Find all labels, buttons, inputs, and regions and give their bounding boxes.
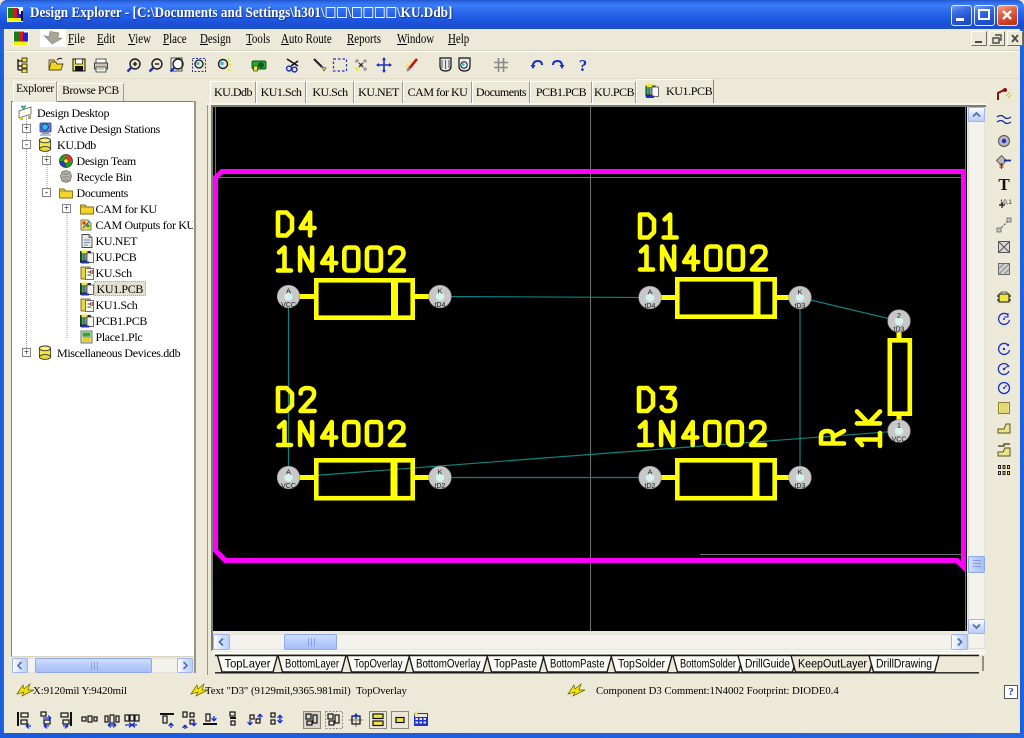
svg-text:1: 1 bbox=[897, 421, 901, 430]
svg-text:DrillGuide: DrillGuide bbox=[745, 657, 790, 671]
svg-text:BottomPaste: BottomPaste bbox=[550, 657, 605, 671]
svg-text:DrillDrawing: DrillDrawing bbox=[876, 657, 932, 671]
svg-text:TopOverlay: TopOverlay bbox=[354, 657, 403, 671]
svg-text:tD3: tD3 bbox=[795, 303, 806, 310]
svg-text:2: 2 bbox=[897, 311, 901, 320]
svg-text:T: T bbox=[998, 176, 1010, 192]
svg-text:BottomSolder: BottomSolder bbox=[680, 657, 736, 671]
svg-text:tD3: tD3 bbox=[894, 327, 905, 334]
svg-text:BottomOverlay: BottomOverlay bbox=[416, 657, 481, 671]
svg-text:K: K bbox=[797, 467, 802, 476]
svg-text:TopPaste: TopPaste bbox=[494, 657, 537, 671]
svg-text:A: A bbox=[286, 286, 291, 295]
svg-text:VCC: VCC bbox=[892, 437, 907, 444]
svg-text:TopLayer: TopLayer bbox=[225, 657, 271, 671]
svg-text:tD2: tD2 bbox=[435, 483, 446, 490]
svg-text:BottomLayer: BottomLayer bbox=[285, 657, 339, 671]
svg-text:10,10: 10,10 bbox=[1000, 200, 1012, 206]
svg-text:KeepOutLayer: KeepOutLayer bbox=[798, 657, 867, 671]
svg-text:VCC: VCC bbox=[281, 483, 296, 490]
svg-text:K: K bbox=[797, 287, 802, 296]
svg-text:tD4: tD4 bbox=[645, 303, 656, 310]
svg-text:tD2: tD2 bbox=[645, 483, 656, 490]
svg-text:K: K bbox=[437, 467, 442, 476]
svg-text:tD4: tD4 bbox=[435, 302, 446, 309]
svg-text:tD3: tD3 bbox=[795, 483, 806, 490]
svg-text:A: A bbox=[286, 467, 291, 476]
svg-text:TopSolder: TopSolder bbox=[618, 657, 665, 671]
svg-text:A: A bbox=[647, 467, 652, 476]
svg-text:?: ? bbox=[579, 57, 588, 73]
svg-text:VCC: VCC bbox=[281, 302, 296, 309]
svg-text:K: K bbox=[437, 286, 442, 295]
svg-text:A: A bbox=[647, 287, 652, 296]
